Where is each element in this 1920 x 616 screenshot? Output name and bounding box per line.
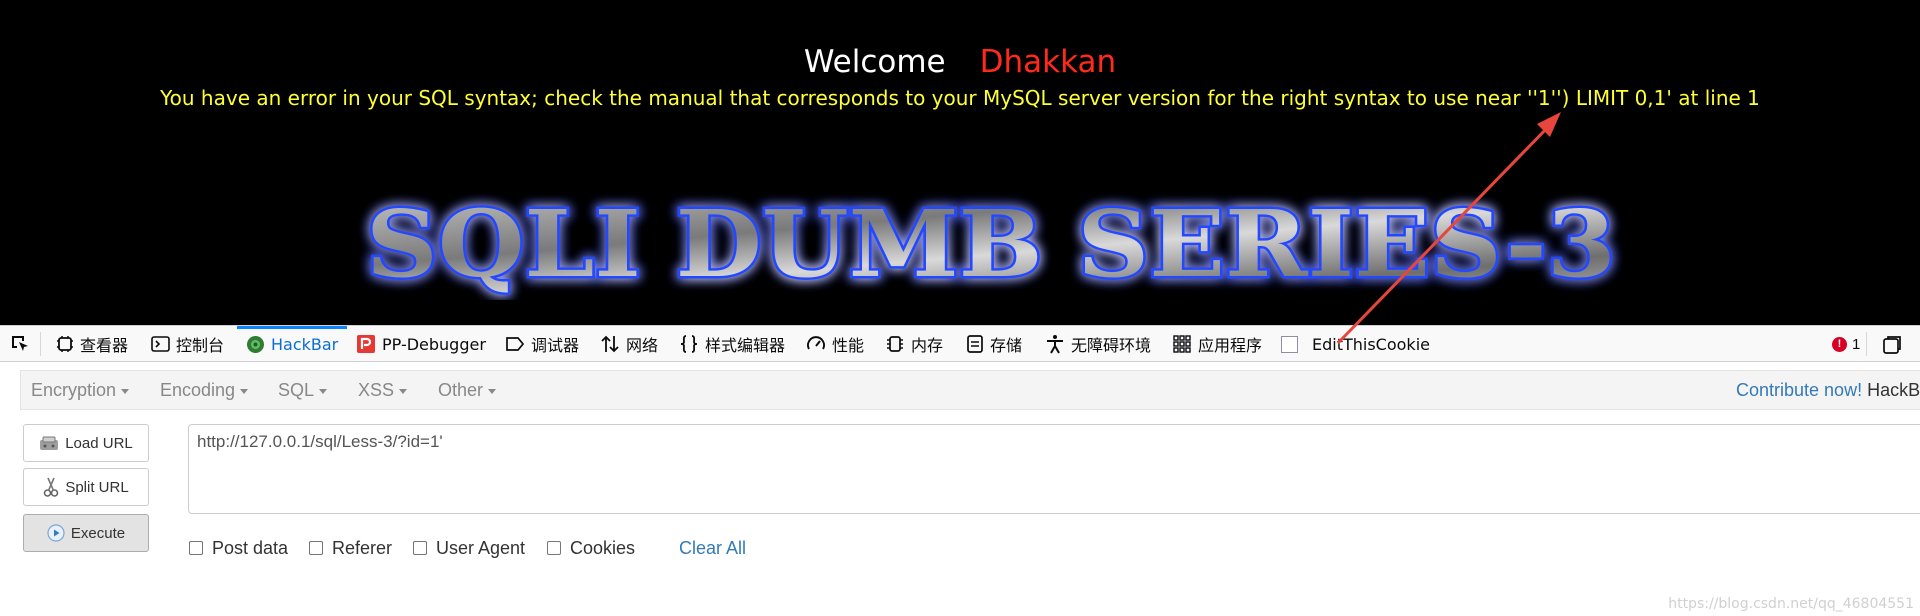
- error-icon: !: [1832, 336, 1847, 352]
- console-icon: [151, 336, 170, 352]
- banner-title-graphic: SQLI DUMB SERIES-3: [364, 190, 1619, 300]
- user-name: Dhakkan: [979, 44, 1117, 80]
- error-counter[interactable]: ! 1: [1832, 326, 1860, 362]
- tab-label: 查看器: [80, 336, 129, 355]
- style-editor-icon: [680, 335, 698, 353]
- banner-title-text: SQLI DUMB SERIES-3: [366, 190, 1616, 298]
- menu-label: XSS: [358, 379, 395, 400]
- url-textarea[interactable]: [188, 424, 1920, 514]
- tab-debugger[interactable]: 调试器: [505, 326, 579, 362]
- debugger-icon: [506, 337, 525, 351]
- tab-memory[interactable]: 内存: [885, 326, 943, 362]
- menu-encryption[interactable]: Encryption: [31, 371, 130, 409]
- hackbar-menu: Encryption Encoding SQL XSS Other Contri…: [20, 370, 1920, 410]
- tab-label: 控制台: [176, 336, 225, 355]
- cookies-option[interactable]: Cookies: [547, 536, 635, 560]
- tab-label: 存储: [990, 336, 1023, 355]
- devtools-toolbar: 查看器 控制台 HackBar PP-Debugger 调试器 网络 样式编辑器…: [0, 325, 1920, 362]
- tab-application[interactable]: 应用程序: [1172, 326, 1262, 362]
- element-picker-icon[interactable]: [10, 334, 30, 359]
- button-label: Load URL: [65, 434, 133, 452]
- scissors-icon: [44, 477, 59, 497]
- referer-option[interactable]: Referer: [309, 536, 392, 560]
- tab-label: 调试器: [531, 336, 580, 355]
- tab-editthiscookie[interactable]: EditThisCookie: [1281, 326, 1430, 362]
- contribute-link[interactable]: Contribute now!: [1736, 380, 1862, 401]
- referer-checkbox[interactable]: [309, 541, 323, 555]
- pp-debugger-icon: [357, 335, 375, 353]
- memory-icon: [887, 336, 903, 352]
- menu-other[interactable]: Other: [438, 371, 497, 409]
- option-label: Post data: [212, 537, 289, 558]
- load-url-button[interactable]: Load URL: [23, 424, 149, 462]
- toolbar-separator: [40, 332, 41, 356]
- play-icon: [47, 524, 65, 542]
- tab-label: 样式编辑器: [705, 336, 786, 355]
- option-label: User Agent: [436, 537, 526, 558]
- welcome-label: Welcome: [803, 44, 946, 80]
- caret-down-icon: [488, 388, 497, 394]
- sql-error-message: You have an error in your SQL syntax; ch…: [160, 86, 1760, 110]
- contribute-banner: Contribute now! HackB: [1736, 371, 1920, 409]
- contribute-text: HackB: [1867, 379, 1920, 400]
- split-url-button[interactable]: Split URL: [23, 468, 149, 506]
- post-data-option[interactable]: Post data: [189, 536, 288, 560]
- dock-side-icon[interactable]: [1882, 335, 1902, 360]
- welcome-line: Welcome Dhakkan: [0, 44, 1920, 80]
- tab-inspector[interactable]: 查看器: [56, 326, 128, 362]
- tab-accessibility[interactable]: 无障碍环境: [1045, 326, 1151, 362]
- tab-storage[interactable]: 存储: [966, 326, 1022, 362]
- menu-label: Other: [438, 379, 484, 400]
- load-url-icon: [40, 436, 59, 450]
- menu-sql[interactable]: SQL: [278, 371, 328, 409]
- url-input[interactable]: [195, 431, 1899, 453]
- accessibility-icon: [1047, 335, 1063, 354]
- button-label: Execute: [70, 524, 126, 542]
- watermark: https://blog.csdn.net/qq_46804551: [1668, 596, 1914, 612]
- checkbox-icon: [1281, 335, 1298, 353]
- clear-all-link[interactable]: Clear All: [679, 536, 746, 560]
- performance-icon: [807, 336, 825, 350]
- hackbar-icon: [247, 335, 264, 353]
- caret-down-icon: [399, 388, 408, 394]
- tab-label: 网络: [626, 336, 659, 355]
- storage-icon: [967, 335, 983, 353]
- inspector-icon: [57, 336, 73, 352]
- toolbar-separator: [1866, 332, 1867, 356]
- caret-down-icon: [121, 388, 130, 394]
- menu-label: Encryption: [31, 379, 117, 400]
- button-label: Split URL: [65, 478, 129, 496]
- tab-label: 应用程序: [1198, 336, 1263, 355]
- network-icon: [601, 335, 619, 353]
- caret-down-icon: [319, 388, 328, 394]
- tab-style-editor[interactable]: 样式编辑器: [679, 326, 785, 362]
- caret-down-icon: [240, 388, 249, 394]
- tab-pp-debugger[interactable]: PP-Debugger: [356, 326, 486, 362]
- page-viewport: Welcome Dhakkan You have an error in your…: [0, 0, 1920, 325]
- user-agent-checkbox[interactable]: [413, 541, 427, 555]
- tab-label: PP-Debugger: [382, 334, 486, 354]
- post-data-checkbox[interactable]: [189, 541, 203, 555]
- tab-label: EditThisCookie: [1312, 334, 1430, 354]
- cookies-checkbox[interactable]: [547, 541, 561, 555]
- execute-button[interactable]: Execute: [23, 514, 149, 552]
- tab-label: 无障碍环境: [1071, 336, 1152, 355]
- option-label: Referer: [332, 537, 393, 558]
- error-count: 1: [1852, 335, 1861, 353]
- tab-label: 内存: [911, 336, 944, 355]
- menu-label: Encoding: [160, 379, 236, 400]
- option-label: Cookies: [570, 537, 636, 558]
- tab-console[interactable]: 控制台: [151, 326, 224, 362]
- user-agent-option[interactable]: User Agent: [413, 536, 525, 560]
- tab-network[interactable]: 网络: [600, 326, 658, 362]
- menu-encoding[interactable]: Encoding: [160, 371, 249, 409]
- menu-label: SQL: [278, 379, 315, 400]
- tab-label: HackBar: [271, 334, 339, 354]
- menu-xss[interactable]: XSS: [358, 371, 408, 409]
- tab-hackbar[interactable]: HackBar: [237, 326, 348, 362]
- application-icon: [1173, 335, 1191, 353]
- tab-label: 性能: [832, 336, 865, 355]
- tab-performance[interactable]: 性能: [806, 326, 864, 362]
